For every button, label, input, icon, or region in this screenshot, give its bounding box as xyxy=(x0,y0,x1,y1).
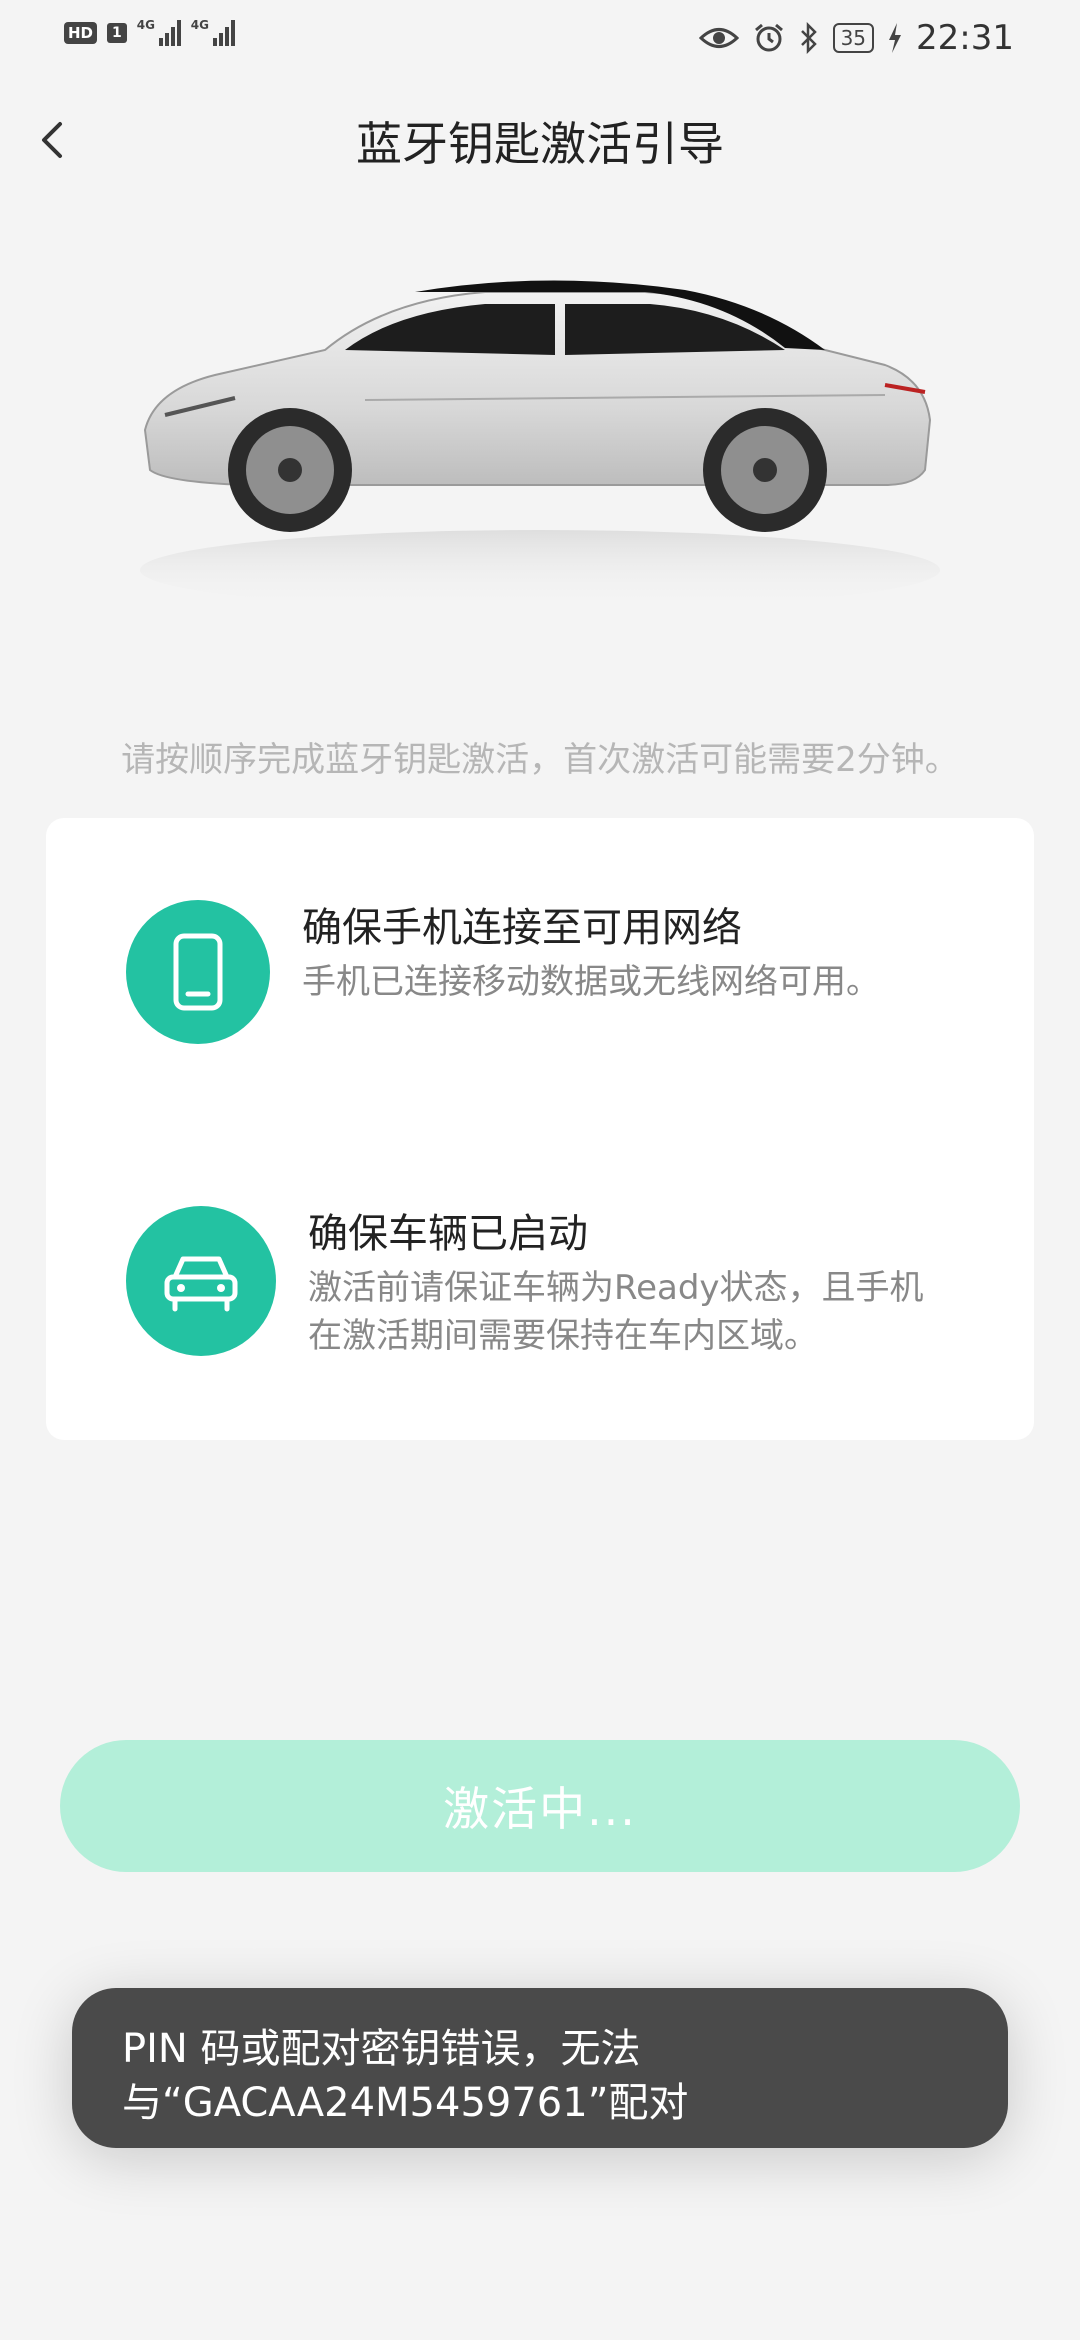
alarm-icon xyxy=(754,23,783,52)
battery-indicator: 35 xyxy=(832,23,875,53)
car-image xyxy=(125,270,955,630)
step-description: 激活前请保证车辆为Ready状态，且手机 在激活期间需要保持在车内区域。 xyxy=(308,1268,924,1356)
step-icon-circle xyxy=(126,900,270,1044)
status-left: HD 1 4G 4G xyxy=(64,18,235,46)
step-text: 确保车辆已启动 激活前请保证车辆为Ready状态，且手机 在激活期间需要保持在车… xyxy=(308,1206,924,1360)
sim-badge: 1 xyxy=(107,23,127,43)
signal-icon-2: 4G xyxy=(190,18,235,46)
step-network: 确保手机连接至可用网络 手机已连接移动数据或无线网络可用。 xyxy=(126,900,880,1044)
clock: 22:31 xyxy=(916,18,1014,58)
bluetooth-icon xyxy=(800,22,817,54)
steps-card: 确保手机连接至可用网络 手机已连接移动数据或无线网络可用。 确保车辆已启动 激活… xyxy=(46,818,1034,1440)
network-type-1: 4G xyxy=(136,18,155,32)
step-description: 手机已连接移动数据或无线网络可用。 xyxy=(302,962,880,1002)
step-title: 确保车辆已启动 xyxy=(308,1211,588,1257)
status-right: 35 22:31 xyxy=(698,18,1014,58)
signal-icon: 4G xyxy=(136,18,181,46)
network-type-2: 4G xyxy=(190,18,209,32)
eye-icon xyxy=(698,28,739,48)
step-text: 确保手机连接至可用网络 手机已连接移动数据或无线网络可用。 xyxy=(302,900,880,1044)
instruction-text: 请按顺序完成蓝牙钥匙激活，首次激活可能需要2分钟。 xyxy=(121,740,959,780)
phone-icon xyxy=(173,933,223,1011)
activate-button[interactable]: 激活中... xyxy=(60,1740,1020,1872)
step-icon-circle xyxy=(126,1206,276,1356)
step-vehicle: 确保车辆已启动 激活前请保证车辆为Ready状态，且手机 在激活期间需要保持在车… xyxy=(126,1206,924,1360)
step-title: 确保手机连接至可用网络 xyxy=(302,905,742,951)
error-toast: PIN 码或配对密钥错误，无法 与“GACAA24M5459761”配对 xyxy=(72,1988,1008,2148)
toast-line-2: 与“GACAA24M5459761”配对 xyxy=(122,2080,689,2126)
hd-badge: HD xyxy=(64,22,98,44)
toast-line-1: PIN 码或配对密钥错误，无法 xyxy=(122,2026,641,2072)
charging-icon xyxy=(889,23,902,53)
page-title: 蓝牙钥匙激活引导 xyxy=(356,117,724,171)
car-icon xyxy=(164,1256,238,1312)
status-bar: HD 1 4G 4G 35 22:31 xyxy=(0,0,1080,72)
